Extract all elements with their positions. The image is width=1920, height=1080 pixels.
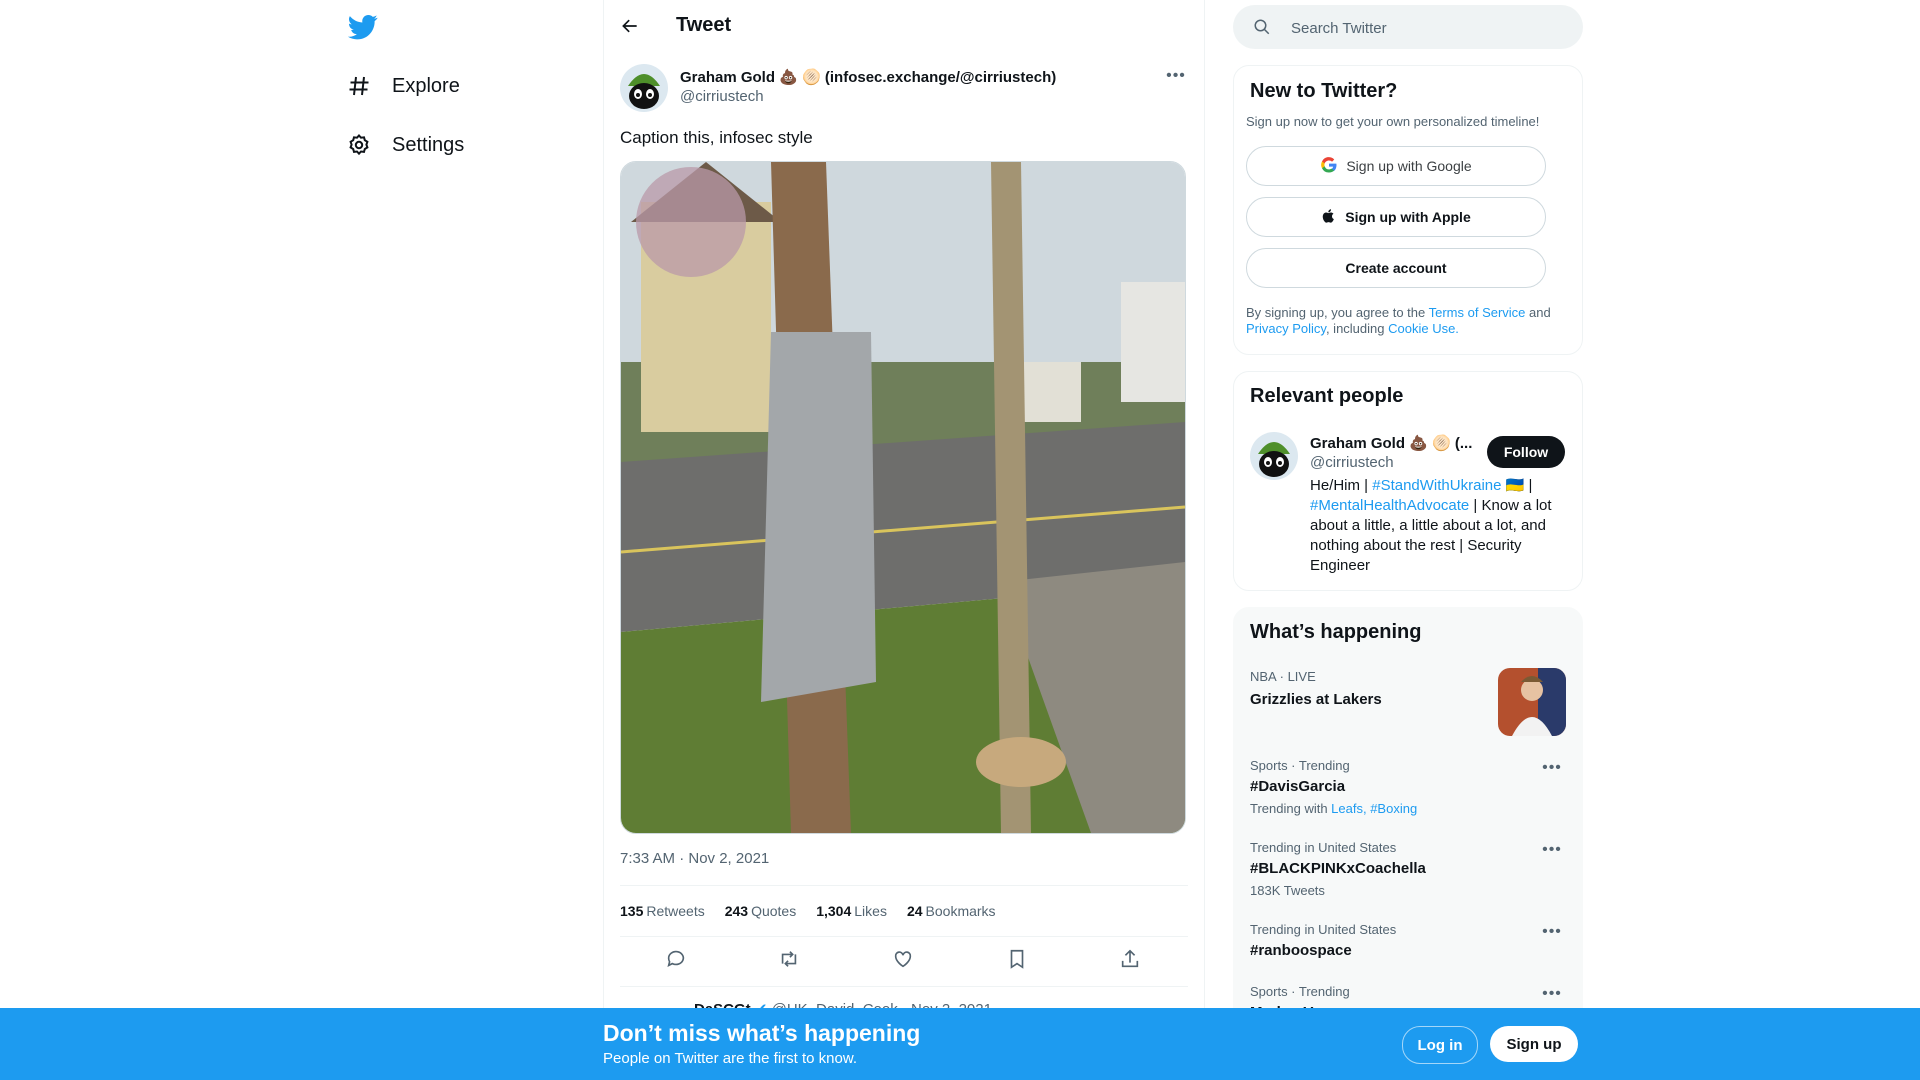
signup-card-subtitle: Sign up now to get your own personalized…: [1246, 114, 1540, 129]
trend-meta: Sports · Trending: [1250, 758, 1350, 773]
nav-explore[interactable]: Explore: [346, 66, 460, 106]
signup-google-label: Sign up with Google: [1346, 158, 1472, 174]
main-column: Tweet Graham Gold 💩 🫓 (infosec.exchange/…: [603, 0, 1205, 1080]
stat-bookmarks[interactable]: 24 Bookmarks: [907, 903, 996, 919]
nav-settings[interactable]: Settings: [346, 125, 464, 165]
hashtag-link[interactable]: #StandWithUkraine: [1372, 477, 1501, 494]
more-options-icon[interactable]: •••: [1540, 758, 1564, 782]
share-icon[interactable]: [1119, 948, 1143, 972]
signup-card-title: New to Twitter?: [1250, 80, 1398, 102]
trend-thumbnail: [1498, 668, 1566, 736]
relevant-bio: He/Him | #StandWithUkraine 🇺🇦 | #MentalH…: [1310, 477, 1552, 574]
divider: [620, 986, 1188, 987]
trend-name: #ranboospace: [1250, 942, 1352, 959]
whats-happening-card: What’s happening NBA · LIVE Grizzlies at…: [1233, 607, 1583, 1029]
trend-meta: Trending in United States: [1250, 840, 1397, 855]
trend-name: Grizzlies at Lakers: [1250, 691, 1382, 708]
like-icon[interactable]: [892, 948, 916, 972]
create-account-button[interactable]: Create account: [1246, 248, 1546, 288]
retweet-icon[interactable]: [778, 948, 802, 972]
relevant-avatar[interactable]: [1250, 432, 1298, 480]
back-arrow-icon[interactable]: [618, 14, 642, 38]
tweet-timestamp[interactable]: 7:33 AM · Nov 2, 2021: [620, 850, 769, 867]
banner-title: Don’t miss what’s happening: [603, 1020, 921, 1046]
signup-banner: Don’t miss what’s happening People on Tw…: [0, 1008, 1920, 1080]
signup-button[interactable]: Sign up: [1490, 1026, 1578, 1062]
tweet-stats: 135 Retweets 243 Quotes 1,304 Likes 24 Bookm…: [620, 903, 996, 919]
google-icon: [1320, 156, 1338, 177]
tweet-text: Caption this, infosec style: [620, 128, 813, 147]
page-title: Tweet: [676, 14, 732, 36]
privacy-link[interactable]: Privacy Policy: [1246, 321, 1326, 336]
gear-icon: [346, 132, 372, 158]
author-avatar[interactable]: [620, 64, 668, 112]
create-account-label: Create account: [1345, 260, 1447, 276]
hashtag-icon: [346, 73, 372, 99]
search-icon: [1253, 18, 1271, 36]
relevant-people-card: Relevant people Graham Gold 💩 🫓 (... @ci…: [1233, 371, 1583, 591]
stat-retweets[interactable]: 135 Retweets: [620, 903, 705, 919]
hashtag-link[interactable]: #MentalHealthAdvocate: [1310, 497, 1469, 514]
stat-quotes[interactable]: 243 Quotes: [725, 903, 797, 919]
tweet-header: Tweet: [604, 0, 1204, 52]
bookmark-icon[interactable]: [1006, 948, 1030, 972]
whats-happening-title: What’s happening: [1250, 621, 1422, 643]
search-box[interactable]: [1233, 5, 1583, 51]
trend-name: #BLACKPINKxCoachella: [1250, 860, 1426, 877]
tweet-actions: [620, 948, 1188, 972]
divider: [620, 885, 1188, 886]
nav-settings-label: Settings: [392, 133, 465, 156]
search-input[interactable]: [1289, 5, 1573, 51]
relevant-handle[interactable]: @cirriustech: [1310, 454, 1394, 471]
trend-meta: Sports · Trending: [1250, 984, 1350, 999]
terms-link[interactable]: Terms of Service: [1429, 305, 1526, 320]
twitter-logo-icon[interactable]: [347, 12, 378, 42]
nav-explore-label: Explore: [392, 74, 460, 97]
banner-subtitle: People on Twitter are the first to know.: [603, 1050, 858, 1067]
more-options-icon[interactable]: •••: [1540, 840, 1564, 864]
login-button[interactable]: Log in: [1402, 1026, 1478, 1064]
trend-meta: NBA · LIVE: [1250, 669, 1316, 684]
trend-meta: Trending in United States: [1250, 922, 1397, 937]
apple-icon: [1321, 207, 1337, 228]
more-options-icon[interactable]: •••: [1540, 984, 1564, 1008]
stat-likes[interactable]: 1,304 Likes: [816, 903, 887, 919]
trend-sub: 183K Tweets: [1250, 883, 1325, 898]
signup-google-button[interactable]: Sign up with Google: [1246, 146, 1546, 186]
tweet-photo[interactable]: [620, 161, 1186, 834]
signup-apple-label: Sign up with Apple: [1345, 209, 1471, 225]
follow-button[interactable]: Follow: [1487, 436, 1565, 468]
author-handle[interactable]: @cirriustech: [680, 88, 764, 105]
signup-legal-text: By signing up, you agree to the Terms of…: [1246, 305, 1551, 336]
more-options-icon[interactable]: •••: [1164, 66, 1188, 90]
cookie-link[interactable]: Cookie Use.: [1388, 321, 1459, 336]
signup-card: New to Twitter? Sign up now to get your …: [1233, 65, 1583, 355]
more-options-icon[interactable]: •••: [1540, 922, 1564, 946]
relevant-name[interactable]: Graham Gold 💩 🫓 (...: [1310, 434, 1472, 452]
signup-apple-button[interactable]: Sign up with Apple: [1246, 197, 1546, 237]
relevant-people-title: Relevant people: [1250, 385, 1404, 407]
reply-icon[interactable]: [665, 948, 689, 972]
trend-name: #DavisGarcia: [1250, 778, 1346, 795]
author-name[interactable]: Graham Gold 💩 🫓 (infosec.exchange/@cirri…: [680, 68, 1056, 86]
trend-sub: Trending with Leafs, #Boxing: [1250, 801, 1418, 816]
divider: [620, 936, 1188, 937]
